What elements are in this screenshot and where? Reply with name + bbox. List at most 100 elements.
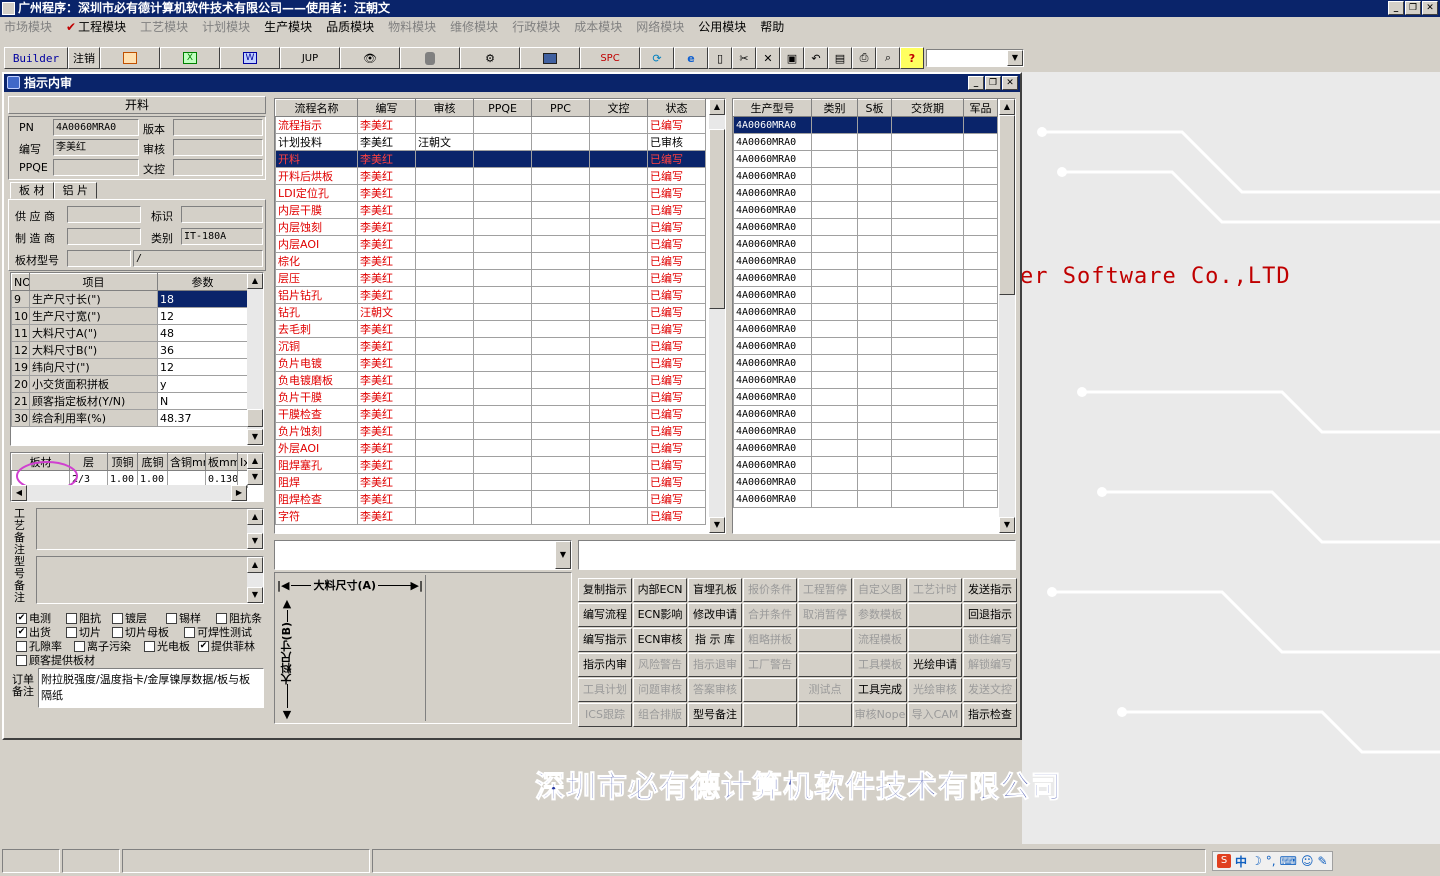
flow-cell-name[interactable]: 层压 [275,269,358,287]
action-button[interactable]: 工具模板 [853,653,907,677]
author-field[interactable]: 李美红 [53,139,139,156]
model-cell[interactable] [857,201,892,219]
params-header-no[interactable]: NO [11,273,30,291]
flow-cell-status[interactable]: 已编写 [647,235,706,253]
flow-cell[interactable] [589,167,648,185]
flow-cell-name[interactable]: 负片蚀刻 [275,422,358,440]
toolbar-combo[interactable]: ▼ [926,49,1024,67]
model-cell[interactable] [963,167,998,185]
model-cell[interactable] [963,150,998,168]
model-cell[interactable] [857,116,892,134]
flow-cell-reviewer[interactable] [415,490,474,508]
child-close-button[interactable]: ✕ [1002,76,1018,90]
flow-cell-status[interactable]: 已编写 [647,116,706,134]
layer-header[interactable]: 板mm [205,453,238,471]
flow-cell[interactable] [589,116,648,134]
flow-row[interactable]: 负片蚀刻 李美红 已编写 [275,422,706,440]
model-cell[interactable] [811,116,858,134]
action-button[interactable]: 指示检查 [963,703,1017,727]
scroll-down-icon[interactable]: ▼ [247,587,263,603]
params-cell-value[interactable]: y [157,375,248,393]
model-cell[interactable]: 4A0060MRA0 [733,303,812,321]
checkbox-option[interactable]: 光电板 [144,638,190,654]
new-button[interactable]: ▯ [708,47,732,69]
flow-cell-status[interactable]: 已编写 [647,286,706,304]
model-cell[interactable] [857,252,892,270]
model-cell[interactable]: 4A0060MRA0 [733,286,812,304]
action-button[interactable]: 工具计划 [578,678,632,702]
params-cell-no[interactable]: 21 [11,392,30,410]
params-cell-value[interactable]: 48 [157,324,248,342]
flow-cell-reviewer[interactable] [415,252,474,270]
flow-cell-author[interactable]: 李美红 [357,201,416,219]
model-cell[interactable] [891,337,964,355]
flow-cell[interactable] [589,286,648,304]
params-cell-value[interactable]: N [157,392,248,410]
flow-cell[interactable] [531,473,590,491]
flow-cell[interactable] [589,507,648,525]
model-cell[interactable]: 4A0060MRA0 [733,456,812,474]
flow-cell-reviewer[interactable] [415,422,474,440]
action-button[interactable]: 发送指示 [963,578,1017,602]
model-cell[interactable]: 4A0060MRA0 [733,201,812,219]
params-cell-item[interactable]: 生产尺寸宽(") [29,307,158,325]
flow-cell[interactable] [473,201,532,219]
model-header[interactable]: S板 [857,99,892,117]
flow-cell[interactable] [473,116,532,134]
flow-cell-status[interactable]: 已编写 [647,388,706,406]
menu-item-8[interactable]: 行政模块 [512,18,560,35]
flow-cell[interactable] [473,235,532,253]
action-button[interactable]: 复制指示 [578,578,632,602]
flow-cell[interactable] [589,235,648,253]
model-cell[interactable] [857,439,892,457]
flow-cell[interactable] [589,269,648,287]
model-row[interactable]: 4A0060MRA0 [733,303,998,321]
action-button[interactable]: ECN审核 [633,628,687,652]
action-button[interactable] [908,603,962,627]
model-row[interactable]: 4A0060MRA0 [733,218,998,236]
action-button[interactable]: 流程模板 [853,628,907,652]
model-cell[interactable]: 4A0060MRA0 [733,439,812,457]
flow-cell-author[interactable]: 李美红 [357,167,416,185]
flow-cell-status[interactable]: 已编写 [647,439,706,457]
flow-cell[interactable] [473,320,532,338]
flow-cell-author[interactable]: 李美红 [357,405,416,423]
action-button[interactable]: 内部ECN [633,578,687,602]
model-row[interactable]: 4A0060MRA0 [733,269,998,287]
flow-cell[interactable] [473,252,532,270]
checkbox-icon[interactable] [112,612,123,624]
flow-cell-name[interactable]: 铝片钻孔 [275,286,358,304]
scroll-up-icon[interactable]: ▲ [247,509,263,525]
flow-cell[interactable] [531,354,590,372]
flow-cell[interactable] [531,456,590,474]
scroll-up-icon[interactable]: ▲ [709,99,725,115]
refresh-button[interactable]: ⟳ [640,47,674,69]
model-cell[interactable] [891,456,964,474]
flow-cell-status[interactable]: 已编写 [647,303,706,321]
model-row[interactable]: 4A0060MRA0 [733,490,998,508]
model-cell[interactable] [857,133,892,151]
flow-cell-reviewer[interactable] [415,456,474,474]
flow-cell-reviewer[interactable] [415,507,474,525]
flow-row[interactable]: LDI定位孔 李美红 已编写 [275,184,706,202]
checkbox-icon[interactable] [16,654,27,666]
flow-cell-author[interactable]: 李美红 [357,337,416,355]
model-cell[interactable] [963,422,998,440]
model-cell[interactable] [857,150,892,168]
flow-cell-reviewer[interactable] [415,303,474,321]
flow-cell[interactable] [589,422,648,440]
flow-cell-author[interactable]: 汪朝文 [357,303,416,321]
flow-cell-status[interactable]: 已编写 [647,507,706,525]
flow-cell-author[interactable]: 李美红 [357,439,416,457]
model-note-field[interactable]: ▲ ▼ [36,556,264,604]
menu-item-4[interactable]: 生产模块 [264,18,312,35]
action-button[interactable]: 指示内审 [578,653,632,677]
order-note-field[interactable]: 附拉脱强度/温度指卡/金厚镍厚数据/板与板隔纸 [38,668,264,708]
flow-cell[interactable] [531,150,590,168]
flow-cell[interactable] [531,320,590,338]
action-button[interactable]: 回退指示 [963,603,1017,627]
flow-cell[interactable] [473,269,532,287]
model-cell[interactable]: 4A0060MRA0 [733,167,812,185]
logout-button[interactable]: 注销 [68,47,100,69]
action-button[interactable]: 组合排版 [633,703,687,727]
